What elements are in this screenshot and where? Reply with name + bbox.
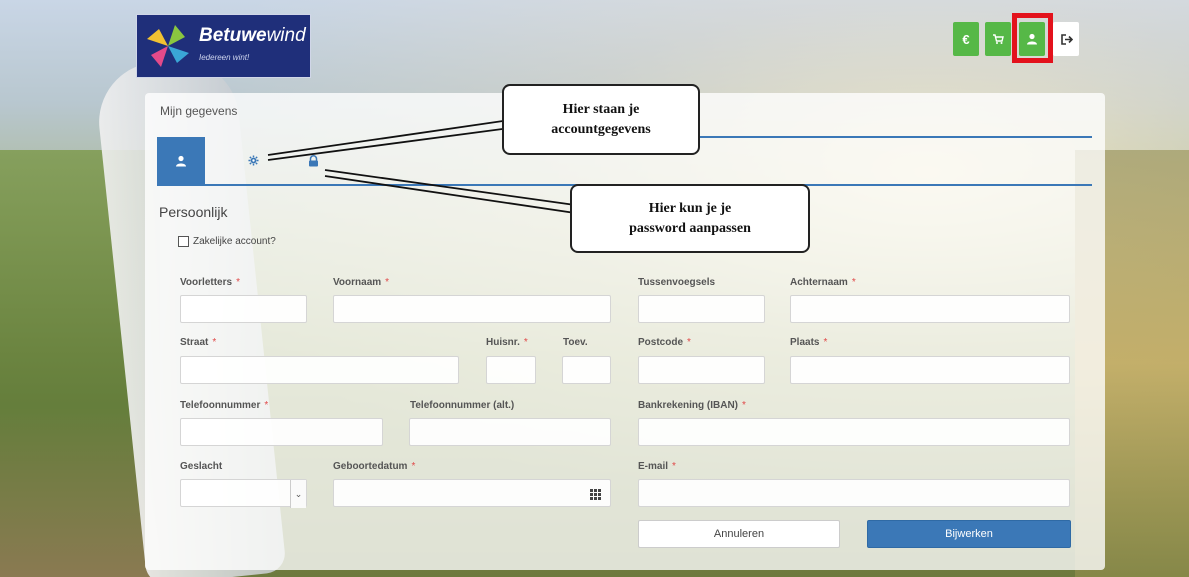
label-postcode: Postcode *	[638, 337, 691, 348]
label-voornaam: Voornaam *	[333, 277, 390, 288]
postcode-input[interactable]	[638, 356, 765, 384]
toev-input[interactable]	[562, 356, 611, 384]
email-input[interactable]	[638, 479, 1070, 507]
update-button[interactable]: Bijwerken	[867, 520, 1071, 548]
euro-icon: €	[962, 31, 970, 47]
plaats-input[interactable]	[790, 356, 1070, 384]
telefoon-input[interactable]	[180, 418, 383, 446]
pinwheel-logo-icon	[147, 25, 189, 67]
logout-icon	[1060, 33, 1073, 45]
huisnr-input[interactable]	[486, 356, 536, 384]
business-account-checkbox[interactable]	[178, 236, 189, 247]
achternaam-input[interactable]	[790, 295, 1070, 323]
voornaam-input[interactable]	[333, 295, 611, 323]
label-iban: Bankrekening (IBAN) *	[638, 400, 746, 411]
panel-title: Mijn gegevens	[160, 104, 238, 118]
section-title: Persoonlijk	[159, 204, 228, 220]
calendar-icon[interactable]	[580, 480, 610, 508]
straat-input[interactable]	[180, 356, 459, 384]
business-account-label: Zakelijke account?	[193, 236, 276, 247]
label-telefoon: Telefoonnummer *	[180, 400, 269, 411]
label-straat: Straat *	[180, 337, 217, 348]
iban-input[interactable]	[638, 418, 1070, 446]
label-telefoon-alt: Telefoonnummer (alt.)	[410, 400, 515, 411]
tab-settings[interactable]	[229, 137, 277, 184]
tab-account[interactable]	[157, 137, 205, 184]
user-icon	[176, 155, 186, 166]
cart-icon	[993, 34, 1004, 44]
account-button-highlight	[1012, 13, 1053, 63]
tab-password[interactable]	[289, 137, 337, 184]
label-geboortedatum: Geboortedatum *	[333, 461, 416, 472]
callout-password: Hier kun je je password aanpassen	[570, 184, 810, 253]
tussenvoegsels-input[interactable]	[638, 295, 765, 323]
label-plaats: Plaats *	[790, 337, 828, 348]
business-account-option[interactable]: Zakelijke account?	[178, 236, 276, 247]
geslacht-select[interactable]: ⌄	[180, 479, 307, 508]
cancel-button[interactable]: Annuleren	[638, 520, 840, 548]
label-geslacht: Geslacht	[180, 461, 223, 472]
logout-button[interactable]	[1053, 22, 1079, 56]
telefoon-alt-input[interactable]	[409, 418, 611, 446]
geboortedatum-input[interactable]	[333, 479, 611, 507]
cart-button[interactable]	[985, 22, 1011, 56]
gear-icon	[247, 155, 259, 166]
euro-button[interactable]: €	[953, 22, 979, 56]
voorletters-input[interactable]	[180, 295, 307, 323]
label-email: E-mail *	[638, 461, 676, 472]
callout-account-info: Hier staan je accountgegevens	[502, 84, 700, 155]
brand-logo[interactable]: Betuwewind Iedereen wint!	[136, 14, 311, 78]
brand-name: Betuwewind	[199, 25, 306, 46]
chevron-down-icon[interactable]: ⌄	[290, 480, 306, 508]
label-huisnr: Huisnr. *	[486, 337, 528, 348]
brand-tagline: Iedereen wint!	[199, 53, 250, 62]
label-tussenvoegsels: Tussenvoegsels	[638, 277, 716, 288]
label-voorletters: Voorletters *	[180, 277, 240, 288]
label-achternaam: Achternaam *	[790, 277, 856, 288]
label-toev: Toev.	[563, 337, 588, 348]
lock-icon	[308, 154, 318, 166]
